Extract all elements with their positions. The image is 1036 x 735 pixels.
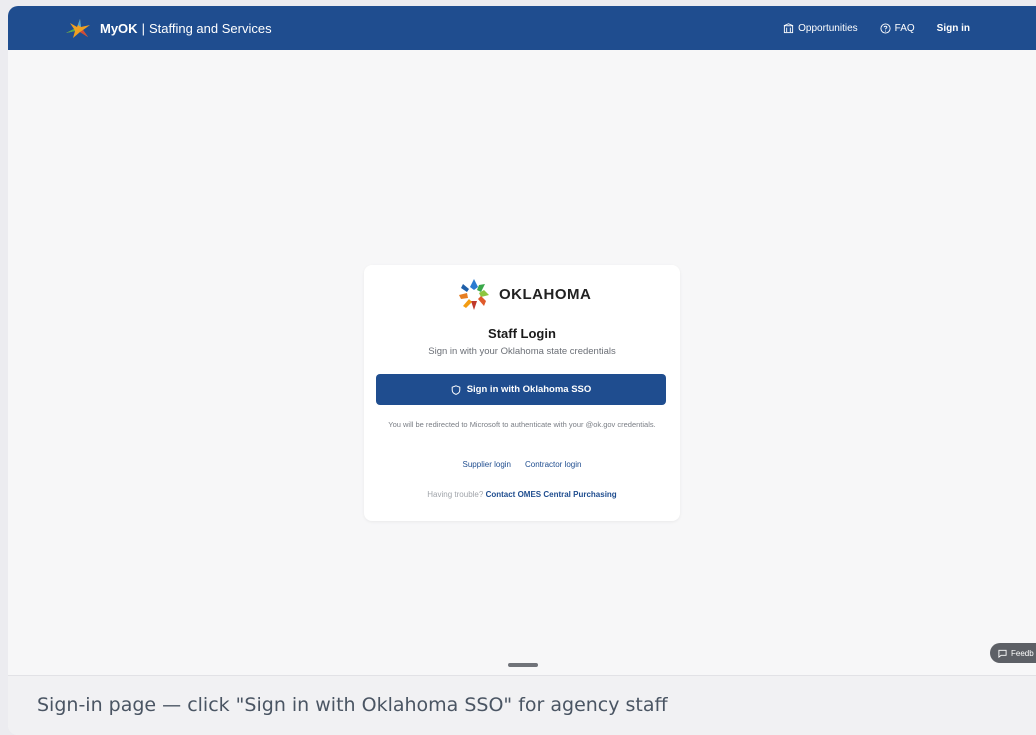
brand-subtitle: Staffing and Services (148, 20, 272, 36)
sign-in-sso-button[interactable]: Sign in with Oklahoma SSO (376, 374, 666, 405)
redirect-notice: You will be redirected to Microsoft to a… (388, 420, 656, 429)
trouble-help: Having trouble? Contact OMES Central Pur… (364, 490, 680, 499)
brand[interactable]: MyOK | Staffing and Services (64, 6, 272, 50)
nav-faq-label: FAQ (894, 22, 915, 34)
top-navigation-bar: MyOK | Staffing and Services Opportuniti… (8, 6, 1036, 50)
building-icon (783, 22, 794, 33)
scroll-handle[interactable] (508, 663, 538, 667)
brand-name: MyOK (100, 20, 138, 36)
feedback-label: Feedb (1011, 648, 1034, 658)
nav-sign-in[interactable]: Sign in (937, 23, 970, 34)
browser-frame: MyOK | Staffing and Services Opportuniti… (8, 6, 1036, 735)
page-title: Staff Login (488, 326, 556, 341)
nav-sign-in-label: Sign in (936, 22, 970, 34)
alternate-login-links: Supplier login Contractor login (364, 460, 680, 469)
sign-in-sso-label: Sign in with Oklahoma SSO (466, 384, 592, 395)
nav-opportunities-label: Opportunities (798, 22, 858, 34)
caption-bar: Sign-in page — click "Sign in with Oklah… (8, 675, 1036, 735)
main-content: OKLAHOMA Staff Login Sign in with your O… (8, 50, 1036, 675)
trouble-text: Having trouble? (427, 490, 484, 499)
staff-login-card: OKLAHOMA Staff Login Sign in with your O… (364, 265, 680, 521)
nav-faq[interactable]: FAQ (880, 23, 915, 34)
feedback-button[interactable]: Feedb (990, 643, 1036, 663)
contractor-login-link[interactable]: Contractor login (525, 460, 581, 469)
oklahoma-logo-text: OKLAHOMA (499, 285, 592, 303)
header-nav: Opportunities FAQ Sign in (783, 6, 970, 50)
screenshot-caption: Sign-in page — click "Sign in with Oklah… (37, 694, 668, 716)
shield-icon (451, 384, 461, 395)
message-square-icon (998, 649, 1007, 658)
oklahoma-star-logo-icon (66, 19, 90, 38)
oklahoma-flower-logo-icon (459, 279, 489, 310)
nav-opportunities[interactable]: Opportunities (783, 22, 858, 34)
login-subtitle: Sign in with your Oklahoma state credent… (428, 346, 616, 357)
contact-omes-link[interactable]: Contact OMES Central Purchasing (486, 490, 617, 499)
help-circle-icon (880, 22, 891, 34)
oklahoma-logo: OKLAHOMA (455, 275, 591, 313)
supplier-login-link[interactable]: Supplier login (463, 460, 511, 469)
brand-separator: | (141, 20, 145, 36)
